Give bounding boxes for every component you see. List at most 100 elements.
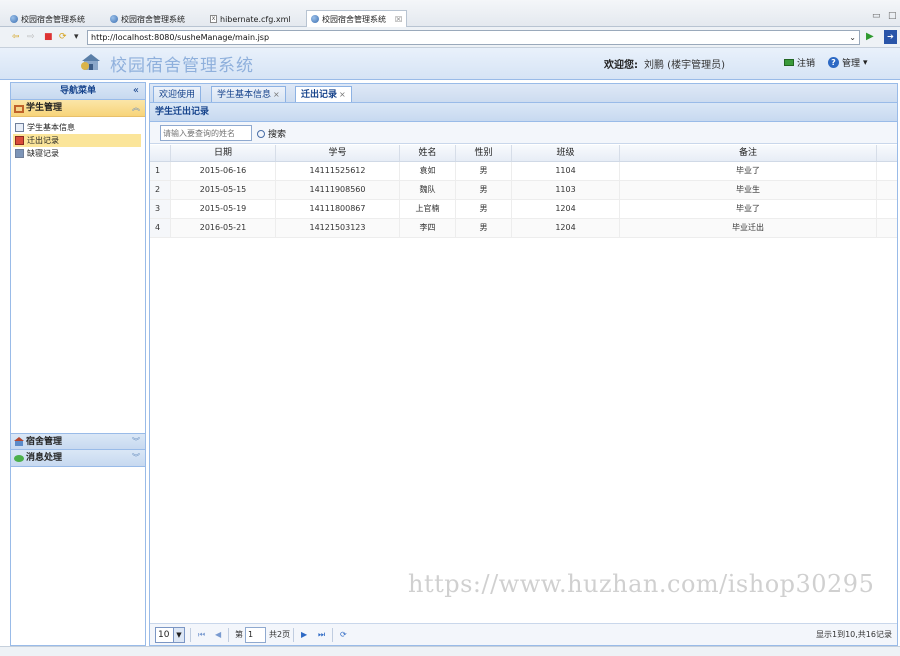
row-number: 2 (150, 181, 171, 199)
next-page-icon[interactable]: ▶ (301, 630, 307, 639)
student-folder-icon (14, 104, 24, 113)
pagination-bar: 10 ▼ ⏮ ◀ 第 1 共2页 ▶ ⏭ ⟳ 显示1到10,共16记录 (150, 623, 897, 645)
go-icon[interactable]: ▶ (866, 31, 874, 42)
page-size-select[interactable]: 10 ▼ (155, 627, 185, 643)
first-page-icon[interactable]: ⏮ (198, 630, 205, 640)
cell-name: 上官楠 (400, 200, 456, 218)
search-toolbar: 搜索 (150, 122, 897, 144)
exit-door-icon (15, 136, 24, 145)
pager-separator (228, 628, 229, 642)
house-logo-icon (81, 54, 100, 70)
cell-date: 2015-05-15 (171, 181, 276, 199)
url-dropdown-icon[interactable]: ⌄ (849, 31, 856, 44)
cell-name: 李四 (400, 219, 456, 237)
table-header: 日期 学号 姓名 性别 班级 备注 (150, 145, 897, 162)
search-input[interactable] (160, 125, 252, 141)
cell-remark: 毕业了 (620, 162, 877, 180)
cell-class: 1103 (512, 181, 620, 199)
url-input[interactable]: http://localhost:8080/susheManage/main.j… (87, 30, 860, 45)
column-header-remark[interactable]: 备注 (620, 145, 877, 161)
browser-tab-3[interactable]: x hibernate.cfg.xml (210, 11, 291, 27)
column-header-spacer (877, 145, 897, 161)
watermark: https://www.huzhan.com/ishop30295 (408, 570, 875, 598)
cell-student-id: 14111800867 (276, 200, 400, 218)
panel-title: 学生迁出记录 (150, 103, 897, 122)
pager-separator (332, 628, 333, 642)
browser-tab-2[interactable]: 校园宿舍管理系统 (110, 11, 185, 27)
address-bar: ⇦ ⇨ ■ ⟳ ▾ http://localhost:8080/susheMan… (0, 27, 900, 48)
back-icon[interactable]: ⇦ (12, 32, 20, 42)
maximize-icon[interactable]: □ (888, 11, 897, 21)
browser-tab-4[interactable]: 校园宿舍管理系统 ☒ (306, 10, 408, 27)
cell-class: 1204 (512, 200, 620, 218)
table-row[interactable]: 1 2015-06-16 14111525612 袁如 男 1104 毕业了 (150, 162, 897, 181)
sidebar-lower-sections: 宿舍管理 ︾ 消息处理 ︾ (11, 433, 145, 467)
cell-name: 袁如 (400, 162, 456, 180)
globe-icon (110, 15, 118, 23)
search-button[interactable]: 搜索 (257, 127, 286, 140)
column-header-class[interactable]: 班级 (512, 145, 620, 161)
nav-sidebar: 导航菜单 « 学生管理 ︽ 学生基本信息 迁出记录 缺寝记录 宿舍管理 ︾ 消息… (10, 82, 146, 646)
collapse-sidebar-icon[interactable]: « (133, 83, 139, 99)
cell-remark: 毕业生 (620, 181, 877, 199)
pager-separator (293, 628, 294, 642)
page-label-prefix: 第 (235, 630, 243, 639)
table-row[interactable]: 4 2016-05-21 14121503123 李四 男 1204 毕业迁出 (150, 219, 897, 238)
chevron-down-icon: ▼ (173, 628, 184, 642)
cell-gender: 男 (456, 162, 512, 180)
refresh-icon[interactable]: ⟳ (340, 630, 347, 639)
last-page-icon[interactable]: ⏭ (318, 630, 325, 640)
cell-class: 1104 (512, 162, 620, 180)
accordion-message-handling[interactable]: 消息处理 ︾ (11, 450, 145, 467)
cell-student-id: 14121503123 (276, 219, 400, 237)
cell-name: 魏队 (400, 181, 456, 199)
close-tab-icon[interactable]: × (339, 90, 346, 99)
manage-menu-button[interactable]: ? 管理 ▾ (828, 56, 868, 69)
move-out-panel: 学生迁出记录 搜索 日期 学号 姓名 性别 班级 备注 1 2015-06-16… (149, 102, 898, 646)
accordion-student-management[interactable]: 学生管理 ︽ (11, 100, 145, 117)
sidebar-item-absence-records[interactable]: 缺寝记录 (13, 147, 141, 160)
cell-remark: 毕业迁出 (620, 219, 877, 237)
logout-button[interactable]: 注销 (784, 56, 815, 69)
table-row[interactable]: 2 2015-05-15 14111908560 魏队 男 1103 毕业生 (150, 181, 897, 200)
minimize-icon[interactable]: ▭ (872, 11, 881, 21)
column-header-date[interactable]: 日期 (171, 145, 276, 161)
current-page-input[interactable]: 1 (245, 627, 266, 643)
table-body: 1 2015-06-16 14111525612 袁如 男 1104 毕业了 2… (150, 162, 897, 238)
refresh-icon[interactable]: ⟳ (59, 32, 67, 42)
column-header-gender[interactable]: 性别 (456, 145, 512, 161)
table-row[interactable]: 3 2015-05-19 14111800867 上官楠 男 1204 毕业了 (150, 200, 897, 219)
content-tab-strip: 欢迎使用 学生基本信息 × 迁出记录 × (149, 83, 898, 104)
column-header-student-id[interactable]: 学号 (276, 145, 400, 161)
globe-icon (10, 15, 18, 23)
cell-date: 2015-06-16 (171, 162, 276, 180)
dorm-house-icon (14, 437, 24, 446)
cell-student-id: 14111525612 (276, 162, 400, 180)
close-tab-icon[interactable]: × (273, 90, 280, 99)
help-icon: ? (828, 57, 839, 68)
cell-date: 2015-05-19 (171, 200, 276, 218)
forward-icon[interactable]: ⇨ (27, 32, 35, 42)
accordion-dorm-management[interactable]: 宿舍管理 ︾ (11, 433, 145, 450)
sidebar-item-student-info[interactable]: 学生基本信息 (13, 121, 141, 134)
cell-gender: 男 (456, 219, 512, 237)
column-header-rownum (150, 145, 171, 161)
user-name: 刘鹏 (楼宇管理员) (644, 60, 725, 71)
sidebar-header: 导航菜单 « (11, 83, 145, 100)
close-tab-icon[interactable]: ☒ (395, 15, 402, 24)
column-header-name[interactable]: 姓名 (400, 145, 456, 161)
tab-student-info[interactable]: 学生基本信息 × (211, 86, 286, 103)
browser-tab-1[interactable]: 校园宿舍管理系统 (10, 11, 85, 27)
search-icon (257, 129, 265, 138)
sidebar-item-move-out-records[interactable]: 迁出记录 (13, 134, 141, 147)
external-browser-icon[interactable]: ➔ (884, 30, 897, 44)
tab-welcome[interactable]: 欢迎使用 (153, 86, 202, 103)
cell-date: 2016-05-21 (171, 219, 276, 237)
pager-info: 显示1到10,共16记录 (816, 630, 892, 639)
move-out-table: 日期 学号 姓名 性别 班级 备注 1 2015-06-16 141115256… (150, 145, 897, 238)
stop-icon[interactable]: ■ (44, 32, 53, 42)
browser-status-bar (0, 646, 900, 656)
dropdown-icon[interactable]: ▾ (74, 32, 79, 42)
prev-page-icon[interactable]: ◀ (215, 630, 221, 639)
cell-student-id: 14111908560 (276, 181, 400, 199)
